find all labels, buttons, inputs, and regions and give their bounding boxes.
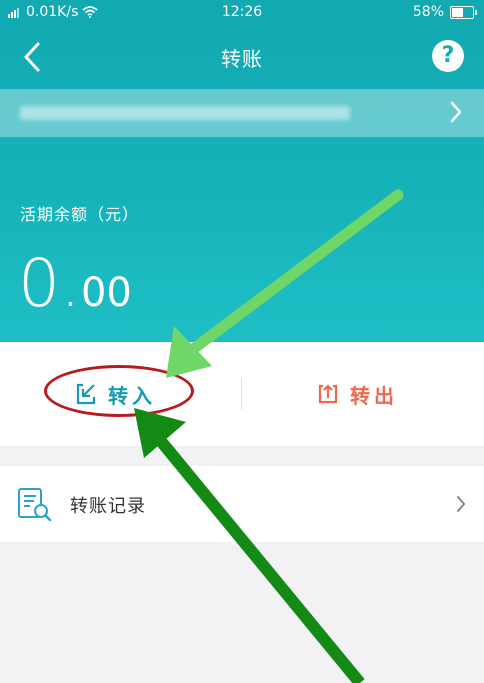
actions-divider bbox=[241, 378, 242, 410]
status-right: 58% bbox=[412, 4, 477, 20]
nav-bar: 转账 ? bbox=[0, 26, 484, 88]
page-title: 转账 bbox=[221, 47, 263, 71]
transfer-records-label: 转账记录 bbox=[70, 496, 146, 517]
transfer-records-item[interactable]: 转账记录 bbox=[0, 466, 484, 542]
transfer-in-button[interactable]: 转入 bbox=[74, 378, 156, 410]
annotation-arrow-dark bbox=[134, 408, 365, 683]
account-number-masked bbox=[20, 106, 350, 120]
balance-value: 0.00 bbox=[18, 245, 132, 322]
transfer-out-label: 转出 bbox=[350, 383, 398, 408]
records-search-icon bbox=[18, 488, 52, 522]
transfer-out-button[interactable]: 转出 bbox=[316, 378, 398, 410]
battery-icon bbox=[450, 5, 477, 19]
header-area: 0.01K/s 12:26 58% 转账 ? 活期余额（元） 0.00 bbox=[0, 0, 484, 342]
balance-decimal: 00 bbox=[80, 270, 132, 316]
battery-percent: 58% bbox=[412, 4, 444, 20]
chevron-right-icon bbox=[457, 496, 466, 512]
balance-label: 活期余额（元） bbox=[20, 205, 140, 224]
transfer-in-icon bbox=[76, 383, 96, 405]
transfer-out-icon bbox=[318, 384, 338, 404]
chevron-right-icon bbox=[450, 101, 462, 123]
account-selector[interactable] bbox=[0, 89, 484, 137]
status-bar: 0.01K/s 12:26 58% bbox=[0, 0, 484, 26]
balance-integer: 0. bbox=[18, 245, 81, 322]
status-time: 12:26 bbox=[221, 4, 263, 20]
help-button[interactable]: ? bbox=[432, 40, 464, 72]
transfer-actions: 转入 转出 bbox=[0, 342, 484, 446]
transfer-in-label: 转入 bbox=[108, 383, 156, 408]
battery-fill bbox=[452, 7, 463, 17]
